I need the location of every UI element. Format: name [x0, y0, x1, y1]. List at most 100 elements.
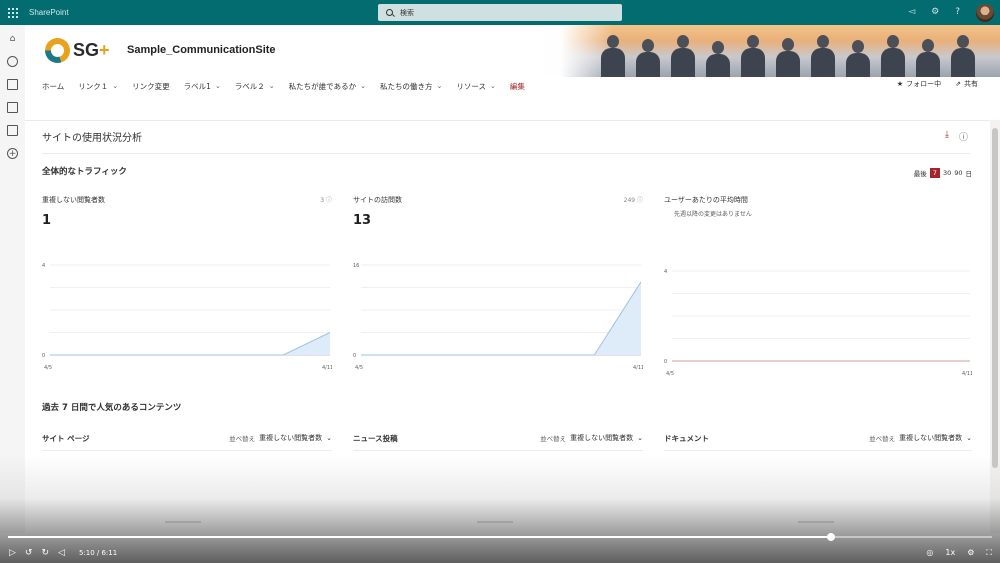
star-icon: ★ — [896, 80, 904, 88]
play-icon[interactable]: ▷ — [9, 548, 16, 558]
avg-time-chart: 0 4 4/5 4/11 — [664, 269, 972, 377]
app-launcher-icon[interactable] — [0, 0, 25, 25]
site-logo[interactable]: SG+ — [45, 38, 110, 63]
popular-documents: ドキュメント 並べ替え 重複しない閲覧者数 ⌄ — [664, 431, 972, 451]
site-navigation: ホーム リンク１ ⌄ リンク変更 ラベル1 ⌄ ラベル２ ⌄ 私たちが誰であるか ⌄ 私… — [42, 78, 525, 94]
x-tick-label: 4/11 — [322, 365, 332, 371]
follow-button[interactable]: ★ フォロー中 — [897, 79, 941, 89]
column-title: サイト ページ — [42, 434, 90, 443]
download-icon[interactable]: ⤓ — [945, 130, 949, 143]
y-tick-label: 4 — [664, 269, 667, 275]
nav-item-link1[interactable]: リンク１ ⌄ — [78, 81, 118, 92]
forward-icon[interactable]: ↻ — [41, 548, 49, 558]
series-line — [361, 281, 642, 356]
progress-knob[interactable] — [826, 533, 835, 541]
document-icon[interactable] — [7, 102, 18, 113]
ghost-line — [165, 521, 201, 523]
rewind-icon[interactable]: ↺ — [25, 548, 33, 558]
suite-bar: SharePoint 検索 ◅ ⚙ ? — [0, 0, 1000, 25]
fullscreen-icon[interactable]: ⛶ — [986, 548, 992, 558]
x-tick-label: 4/11 — [962, 371, 972, 377]
logo-mark-icon — [45, 38, 70, 63]
range-prefix: 最後 — [913, 170, 927, 178]
avg-time-card: ユーザーあたりの平均時間 先週以降の変更はありません 0 4 4/5 4/11 — [664, 193, 972, 383]
nav-item-link-change[interactable]: リンク変更 — [132, 81, 170, 92]
logo-text: SG+ — [73, 40, 110, 60]
sort-dropdown[interactable]: 並べ替え 重複しない閲覧者数 ⌄ — [229, 433, 332, 443]
chevron-down-icon: ⌄ — [490, 82, 496, 90]
help-icon[interactable]: ? — [955, 3, 960, 22]
settings-icon[interactable]: ⚙ — [967, 548, 974, 558]
unique-viewers-chart: 0 4 4/5 4/11 — [42, 263, 332, 371]
range-unit: 日 — [965, 170, 973, 178]
chevron-down-icon: ⌄ — [966, 434, 972, 442]
site-visits-chart: 0 16 4/5 4/11 — [353, 263, 643, 371]
site-title[interactable]: Sample_CommunicationSite — [127, 44, 276, 56]
series-area — [361, 281, 641, 355]
card-label: サイトの訪問数 — [353, 196, 402, 204]
x-tick-label: 4/5 — [44, 365, 52, 371]
ghost-line — [477, 521, 513, 523]
popular-site-pages: サイト ページ 並べ替え 重複しない閲覧者数 ⌄ — [42, 431, 332, 451]
series-area — [50, 332, 330, 355]
chevron-down-icon: ⌄ — [637, 434, 643, 442]
nav-item-label1[interactable]: ラベル1 ⌄ — [184, 81, 221, 92]
site-header: SG+ Sample_CommunicationSite — [25, 25, 1000, 77]
chevron-down-icon: ⌄ — [214, 82, 221, 90]
app-name[interactable]: SharePoint — [29, 8, 69, 17]
unique-viewers-card: 重複しない閲覧者数 3 ⓘ 1 0 4 4/5 4/11 — [42, 193, 332, 383]
range-selector: 最後 7 30 90 日 — [914, 168, 972, 178]
nav-edit-link[interactable]: 編集 — [510, 81, 525, 92]
chevron-down-icon: ⌄ — [268, 82, 275, 90]
nav-item-label2[interactable]: ラベル２ ⌄ — [235, 81, 275, 92]
volume-icon[interactable]: ◁ — [58, 548, 65, 558]
page-title: サイトの使用状況分析 — [42, 133, 142, 144]
card-label: 重複しない閲覧者数 — [42, 196, 105, 204]
globe-icon[interactable] — [7, 56, 18, 67]
divider — [42, 153, 970, 154]
y-tick-label: 16 — [353, 263, 359, 269]
gear-icon[interactable]: ⚙ — [931, 3, 939, 22]
x-tick-label: 4/5 — [666, 371, 674, 377]
nav-item-who-we-are[interactable]: 私たちが誰であるか ⌄ — [289, 81, 366, 92]
nav-item-resources[interactable]: リソース ⌄ — [456, 81, 496, 92]
chevron-down-icon: ⌄ — [326, 434, 332, 442]
sort-dropdown[interactable]: 並べ替え 重複しない閲覧者数 ⌄ — [540, 433, 643, 443]
video-progress-bar[interactable] — [8, 533, 992, 541]
y-tick-label: 0 — [353, 353, 356, 359]
home-icon[interactable]: ⌂ — [7, 33, 18, 44]
avatar[interactable] — [976, 3, 994, 22]
add-icon[interactable]: + — [7, 148, 18, 159]
range-option-90[interactable]: 90 — [954, 169, 962, 177]
column-title: ドキュメント — [664, 434, 709, 443]
x-tick-label: 4/5 — [355, 365, 363, 371]
chevron-down-icon: ⌄ — [436, 82, 443, 90]
news-icon[interactable] — [7, 79, 18, 90]
search-box[interactable]: 検索 — [378, 4, 622, 21]
range-option-30[interactable]: 30 — [943, 169, 951, 177]
card-label: ユーザーあたりの平均時間 — [664, 196, 748, 204]
scrollbar-thumb[interactable] — [992, 128, 998, 468]
captions-icon[interactable]: ◎ — [926, 548, 933, 558]
y-tick-label: 0 — [664, 359, 667, 365]
search-icon — [386, 9, 393, 16]
megaphone-icon[interactable]: ◅ — [908, 3, 915, 22]
card-total: 249 ⓘ — [623, 197, 643, 204]
info-icon[interactable]: ⓘ — [959, 130, 968, 143]
share-button[interactable]: ⇗ 共有 — [955, 79, 978, 89]
popular-section-title: 過去 7 日間で人気のあるコンテンツ — [42, 403, 182, 413]
nav-item-how-we-work[interactable]: 私たちの働き方 ⌄ — [380, 81, 442, 92]
nav-item-home[interactable]: ホーム — [42, 81, 64, 92]
video-time: 5:10 / 6:11 — [78, 548, 118, 557]
search-placeholder: 検索 — [400, 8, 414, 17]
sort-dropdown[interactable]: 並べ替え 重複しない閲覧者数 ⌄ — [869, 433, 972, 443]
list-icon[interactable] — [7, 125, 18, 136]
card-value: 13 — [353, 213, 372, 228]
site-visits-card: サイトの訪問数 249 ⓘ 13 0 16 4/5 4/11 — [353, 193, 643, 383]
chevron-down-icon: ⌄ — [112, 82, 119, 90]
playback-speed[interactable]: 1x — [945, 548, 955, 558]
header-banner-image — [560, 25, 1000, 77]
y-tick-label: 4 — [42, 263, 45, 269]
range-option-7[interactable]: 7 — [929, 168, 940, 178]
video-controls: ▷ ↺ ↻ ◁ 5:10 / 6:11 ◎ 1x ⚙ ⛶ — [0, 542, 1000, 563]
